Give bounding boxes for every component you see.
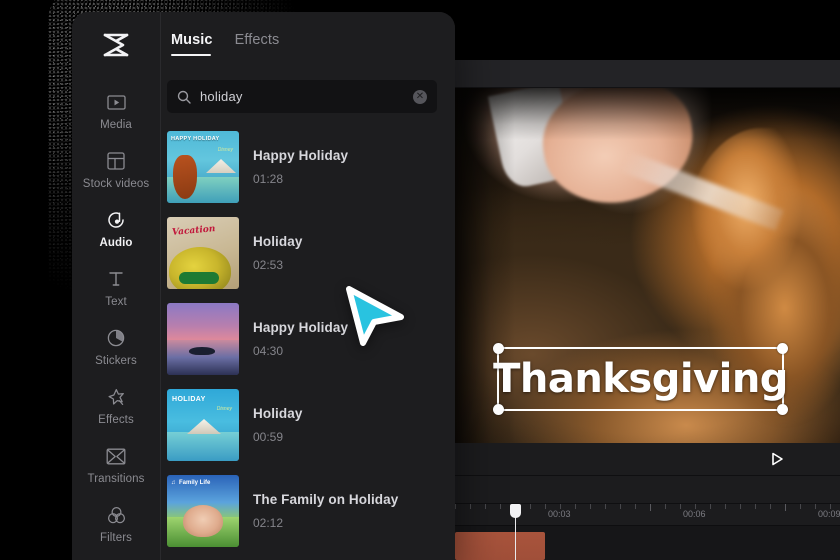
stock-videos-icon [105,150,127,172]
sidebar-item-stock-videos[interactable]: Stock videos [72,141,161,200]
track-meta: Happy Holiday 04:30 [253,320,348,358]
timeline-video-clip[interactable] [455,532,545,560]
text-overlay-selection[interactable]: Thanksgiving [493,343,788,415]
thumb-art-sunglasses [179,272,219,284]
sidebar-item-filters[interactable]: Filters [72,495,161,554]
editor-topbar [455,0,840,60]
sidebar-item-label: Media [100,119,132,131]
track-duration: 00:59 [253,430,284,444]
sidebar-item-label: Stickers [95,355,137,367]
stickers-icon [105,327,127,349]
list-item[interactable]: Happy Holiday 04:30 [167,296,455,382]
play-triangle-icon [771,452,783,466]
resize-handle-bottom-left[interactable] [493,404,504,415]
track-meta: The Family on Holiday 02:12 [253,492,398,530]
track-thumbnail: ♫ Family Life [167,475,239,547]
sidebar-item-label: Audio [99,237,133,249]
speaker-icon: ♫ [171,480,176,486]
text-icon [105,268,127,290]
sidebar-item-text[interactable]: Text [72,259,161,318]
panel-content: Music Effects holiday ✕ HAPPY HOLIDAY Di… [161,12,455,560]
timeline-playhead[interactable] [510,504,521,560]
effects-star-icon [105,386,127,408]
list-item[interactable]: Vacation Holiday 02:53 [167,210,455,296]
sidebar-item-effects[interactable]: Effects [72,377,161,436]
list-item[interactable]: ♫ Family Life The Family on Holiday 02:1… [167,468,455,554]
music-results-list[interactable]: HAPPY HOLIDAY Disney Happy Holiday 01:28… [167,124,455,560]
player-control-bar [455,443,840,476]
resize-handle-bottom-right[interactable] [777,404,788,415]
resize-handle-top-left[interactable] [493,343,504,354]
capcut-panel: Media Stock videos Audio Text Stickers E… [72,12,455,560]
play-button[interactable] [769,451,785,467]
track-duration: 04:30 [253,344,284,358]
sidebar-item-label: Transitions [87,473,145,485]
thumb-art-title: HOLIDAY [172,396,206,403]
sidebar-item-label: Text [105,296,127,308]
thumb-art-title: Vacation [171,224,216,238]
timeline-toolbar [455,476,840,504]
track-duration: 02:53 [253,258,284,272]
ruler-label-2: 00:06 [683,509,706,519]
clear-x-icon[interactable]: ✕ [413,89,427,104]
sidebar-item-label: Effects [98,414,134,426]
thumb-art-title: HAPPY HOLIDAY [171,136,220,142]
editor-toolbar [455,60,840,88]
timeline-tracks[interactable] [455,526,840,560]
track-meta: Holiday 02:53 [253,234,302,272]
track-duration: 02:12 [253,516,284,530]
transitions-icon [105,445,127,467]
search-input[interactable]: holiday ✕ [167,80,437,113]
tab-music-label: Music [171,32,213,48]
track-title: Holiday [253,234,303,249]
track-meta: Holiday 00:59 [253,406,302,444]
track-title: The Family on Holiday [253,492,399,507]
app-root: 00:03 00:06 00:09 Thanksgiving Media Sto… [0,0,840,560]
playhead-knob[interactable] [510,504,521,518]
list-item[interactable]: HAPPY HOLIDAY Disney Happy Holiday 01:28 [167,124,455,210]
video-editor-window: 00:03 00:06 00:09 [455,0,840,560]
media-icon [105,91,127,113]
thumb-art-title: Family Life [179,480,211,486]
search-input-value: holiday [200,89,243,104]
thumb-art-subtitle: Disney [216,406,232,412]
track-title: Holiday [253,406,303,421]
ruler-label-3: 00:09 [818,509,840,519]
list-item[interactable]: HOLIDAY Disney Holiday 00:59 [167,382,455,468]
thumb-art-subtitle: Disney [217,147,233,153]
sidebar-item-media[interactable]: Media [72,82,161,141]
list-item[interactable] [167,554,455,560]
sidebar-item-transitions[interactable]: Transitions [72,436,161,495]
audio-note-icon [105,209,127,231]
resize-handle-top-right[interactable] [777,343,788,354]
tab-effects[interactable]: Effects [235,32,280,56]
track-title: Happy Holiday [253,148,349,163]
filters-icon [105,504,127,526]
sidebar-item-audio[interactable]: Audio [72,200,161,259]
track-title: Happy Holiday [253,320,349,335]
search-icon [177,90,191,104]
track-thumbnail [167,303,239,375]
track-thumbnail: HAPPY HOLIDAY Disney [167,131,239,203]
sidebar-nav-rail: Media Stock videos Audio Text Stickers E… [72,12,161,560]
thumb-art-umbrella [206,159,236,173]
panel-tabs: Music Effects [161,12,455,56]
sidebar-item-label: Stock videos [82,178,150,190]
track-duration: 01:28 [253,172,284,186]
tab-music[interactable]: Music [171,32,213,56]
sidebar-item-stickers[interactable]: Stickers [72,318,161,377]
ruler-label-1: 00:03 [548,509,571,519]
track-thumbnail: HOLIDAY Disney [167,389,239,461]
thumb-art-umbrella [187,419,221,434]
track-meta: Happy Holiday 01:28 [253,148,348,186]
overlay-text-label: Thanksgiving [493,356,788,402]
sidebar-item-label: Filters [99,532,132,544]
track-thumbnail: Vacation [167,217,239,289]
tab-effects-label: Effects [234,32,280,48]
capcut-logo-icon[interactable] [99,30,133,60]
